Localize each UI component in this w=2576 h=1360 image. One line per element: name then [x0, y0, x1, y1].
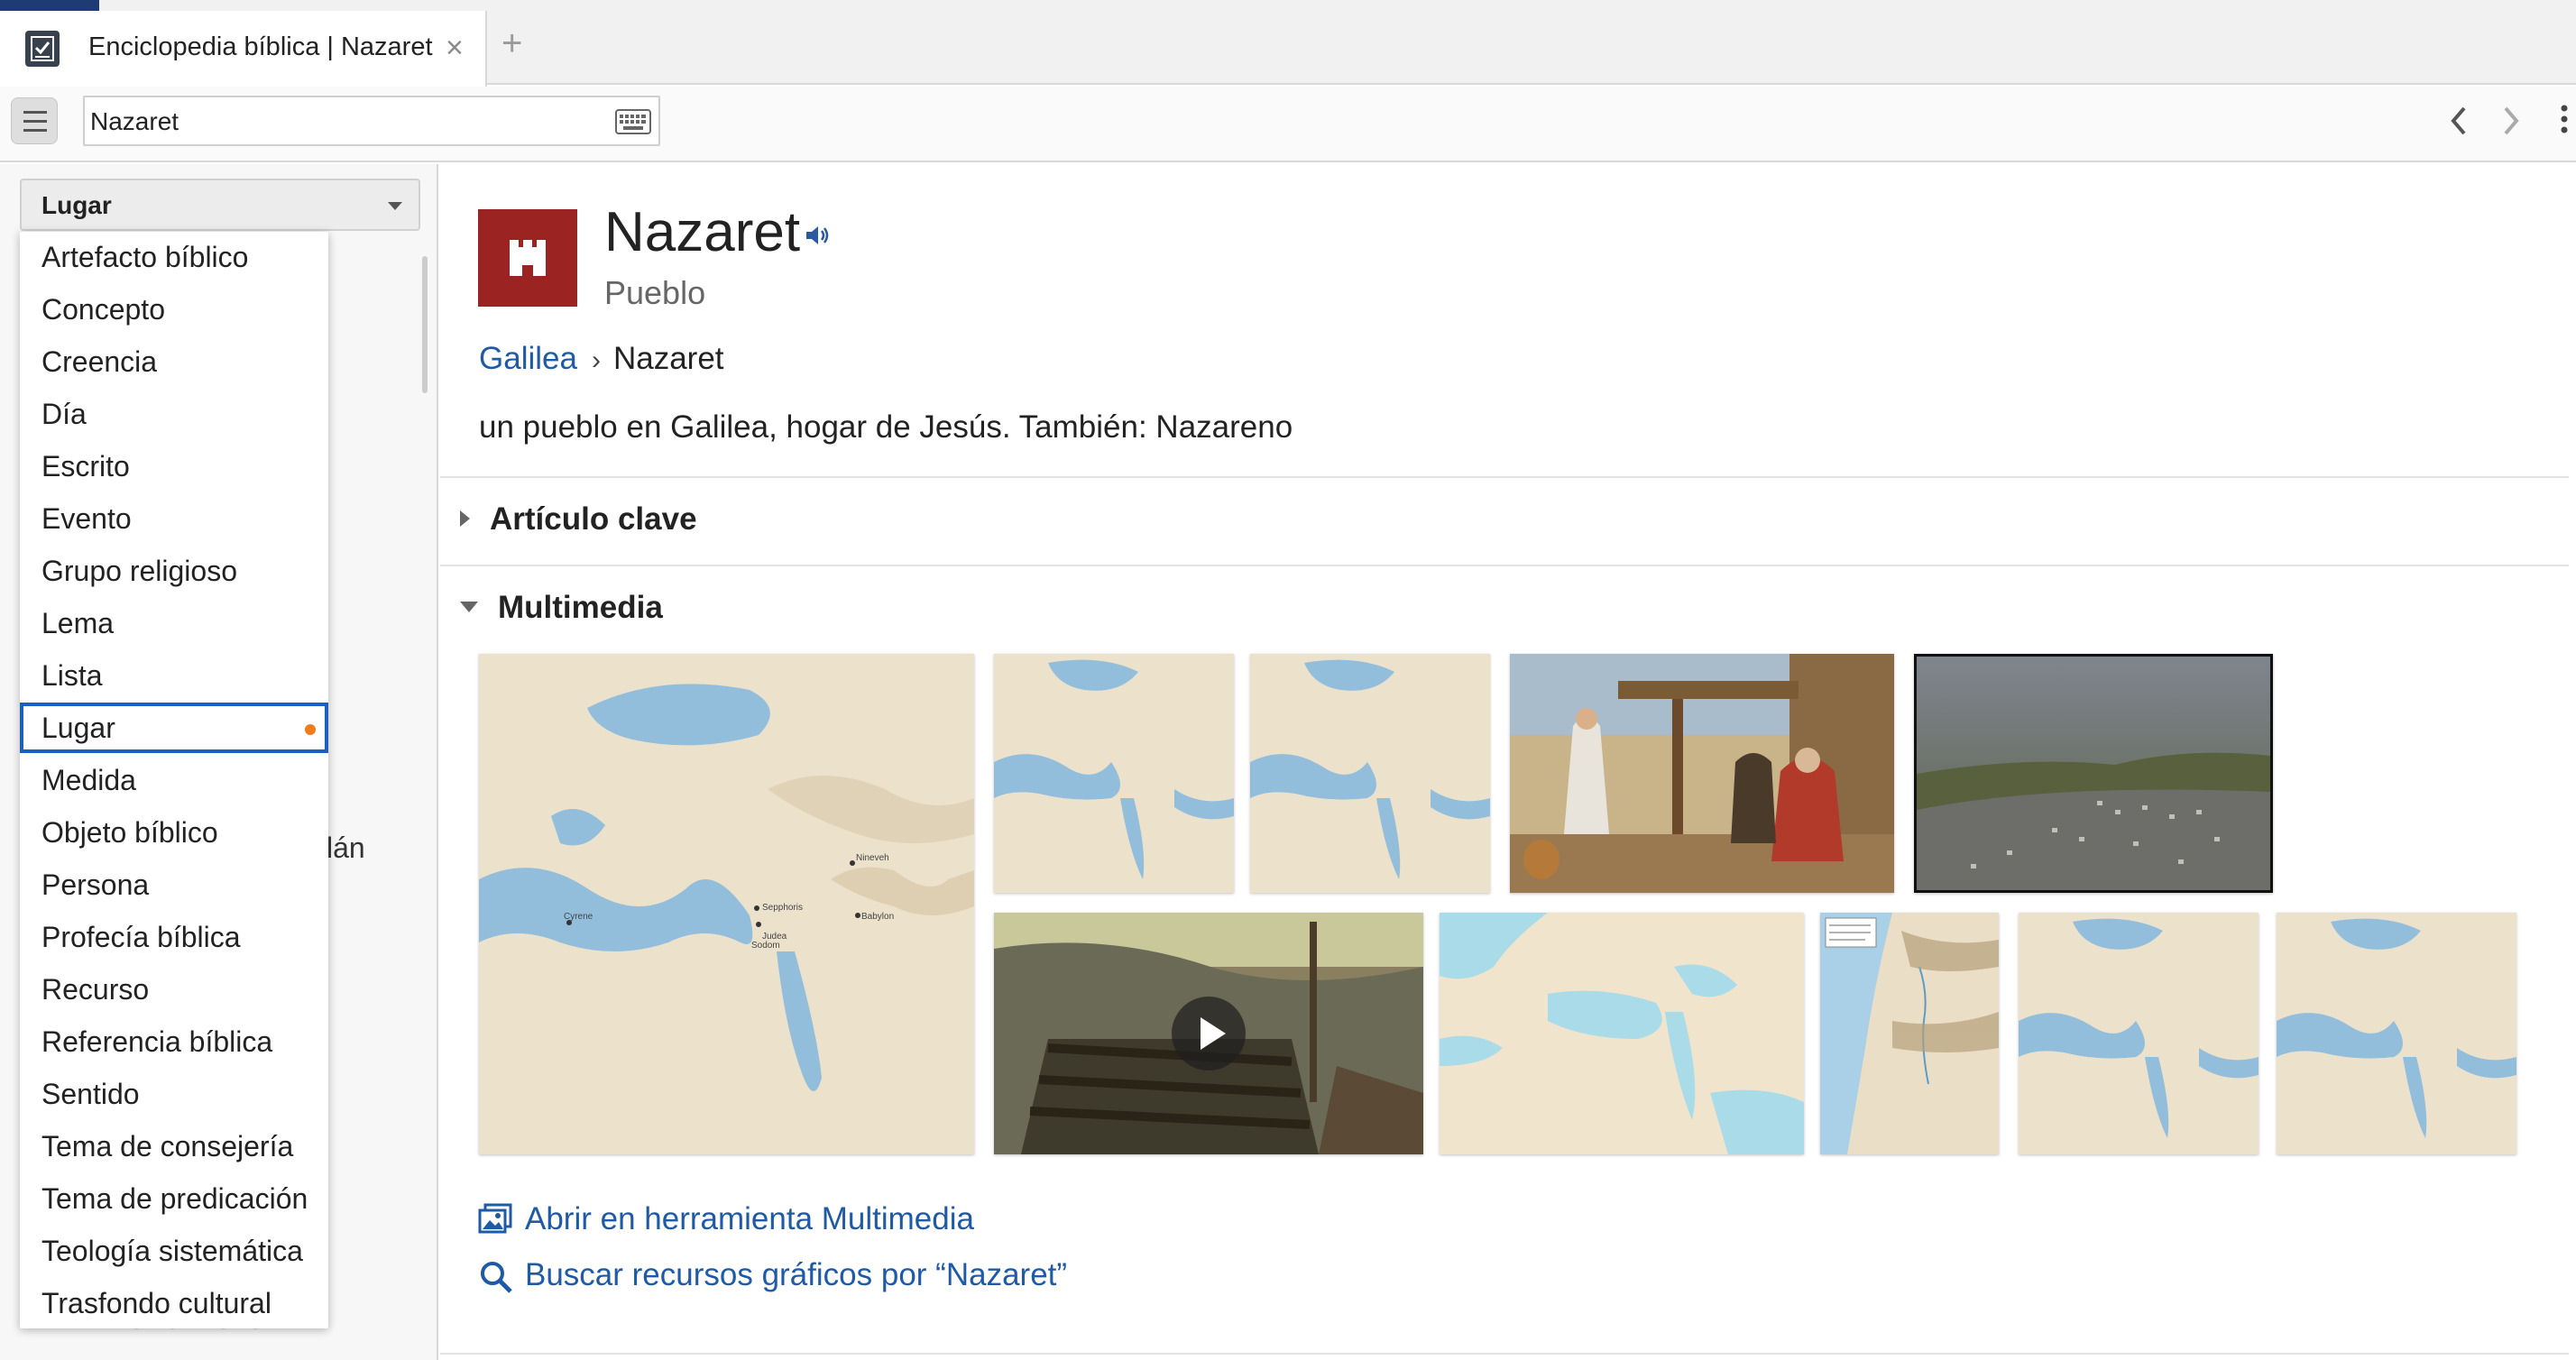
map-label: Nineveh: [856, 853, 889, 863]
dropdown-option[interactable]: Persona: [20, 859, 328, 910]
article-pane: Nazaret Pueblo Galilea › Nazaret un pueblo…: [440, 164, 2576, 1360]
expand-arrow-icon: [460, 510, 470, 527]
type-filter-select[interactable]: Lugar: [20, 179, 420, 231]
map-label: Sepphoris: [762, 903, 803, 913]
dropdown-option[interactable]: Artefacto bíblico: [20, 232, 328, 282]
image-gallery-icon: [478, 1203, 512, 1234]
current-indicator-dot: [305, 724, 316, 735]
dropdown-option[interactable]: Medida: [20, 755, 328, 805]
divider: [440, 476, 2569, 478]
section-multimedia[interactable]: Multimedia: [460, 590, 663, 626]
dropdown-option[interactable]: Evento: [20, 493, 328, 544]
media-thumbnail-map[interactable]: [1820, 913, 1999, 1154]
forward-arrow-icon[interactable]: [2497, 103, 2524, 139]
media-thumbnail-map[interactable]: [2277, 913, 2516, 1154]
breadcrumb: Galilea › Nazaret: [479, 341, 724, 377]
accent-bar: [0, 0, 99, 11]
more-options-icon[interactable]: [2558, 101, 2571, 137]
dropdown-option[interactable]: Creencia: [20, 336, 328, 387]
map-label: Sodom: [751, 941, 780, 951]
page-title: Nazaret: [604, 201, 801, 263]
dropdown-option[interactable]: Grupo religioso: [20, 546, 328, 596]
tab-encyclopedia[interactable]: Enciclopedia bíblica | Nazaret ×: [0, 11, 487, 87]
breadcrumb-current: Nazaret: [612, 341, 724, 376]
dropdown-option[interactable]: Referencia bíblica: [20, 1016, 328, 1067]
media-thumbnail-photo[interactable]: [1914, 654, 2273, 893]
media-thumbnail-painting[interactable]: [1510, 654, 1894, 893]
section-key-article[interactable]: Artículo clave: [460, 501, 697, 538]
chevron-down-icon: [388, 202, 402, 210]
dropdown-option[interactable]: Lugar: [20, 703, 328, 753]
collapse-arrow-icon: [460, 602, 478, 612]
breadcrumb-separator: ›: [591, 345, 601, 375]
checklist-icon: [25, 31, 60, 67]
tab-bar: Enciclopedia bíblica | Nazaret × +: [0, 0, 2576, 87]
dropdown-option[interactable]: Tema de predicación: [20, 1173, 328, 1224]
dropdown-option[interactable]: Escrito: [20, 441, 328, 492]
page-subtitle: Pueblo: [604, 274, 706, 311]
map-label: Babylon: [861, 912, 894, 922]
media-thumbnail-map[interactable]: [1440, 913, 1804, 1154]
divider: [440, 1353, 2569, 1355]
search-icon: [481, 1262, 512, 1293]
media-thumbnail-map[interactable]: [1250, 654, 1490, 893]
castle-icon: [478, 209, 577, 307]
hamburger-menu-button[interactable]: [11, 97, 58, 144]
divider: [440, 565, 2569, 566]
article-description: un pueblo en Galilea, hogar de Jesús. Ta…: [479, 409, 1293, 445]
scrollbar[interactable]: [422, 256, 428, 393]
speaker-icon[interactable]: [805, 224, 832, 247]
new-tab-button[interactable]: +: [501, 25, 522, 61]
media-thumbnail-video[interactable]: [994, 913, 1423, 1154]
media-thumbnail-map[interactable]: [2019, 913, 2259, 1154]
dropdown-option[interactable]: Sentido: [20, 1069, 328, 1119]
dropdown-option[interactable]: Día: [20, 389, 328, 439]
breadcrumb-link[interactable]: Galilea: [479, 341, 577, 376]
play-icon[interactable]: [1172, 997, 1246, 1071]
dropdown-option[interactable]: Recurso: [20, 964, 328, 1015]
keyboard-icon[interactable]: [615, 109, 651, 134]
dropdown-option[interactable]: Lista: [20, 650, 328, 701]
back-arrow-icon[interactable]: [2446, 103, 2473, 139]
dropdown-option[interactable]: Objeto bíblico: [20, 807, 328, 858]
search-field[interactable]: [83, 96, 660, 146]
type-filter-value: Lugar: [41, 191, 112, 219]
dropdown-option[interactable]: Lema: [20, 598, 328, 648]
address-bar: [0, 87, 2576, 162]
hidden-list-text: lán: [327, 832, 365, 864]
dropdown-option[interactable]: Tema de consejería: [20, 1121, 328, 1172]
type-dropdown-menu: Artefacto bíblico Concepto Creencia Día Escr…: [20, 232, 328, 1328]
dropdown-option[interactable]: Concepto: [20, 284, 328, 335]
map-label: Cyrene: [564, 912, 593, 922]
close-tab-icon[interactable]: ×: [446, 31, 464, 66]
tab-title: Enciclopedia bíblica | Nazaret: [88, 32, 433, 61]
dropdown-option[interactable]: Trasfondo cultural: [20, 1278, 328, 1328]
media-thumbnail-map[interactable]: Sepphoris Judea Nineveh Babylon Cyrene S…: [479, 654, 974, 1154]
media-thumbnail-map[interactable]: [994, 654, 1234, 893]
search-input[interactable]: [90, 107, 595, 136]
dropdown-option[interactable]: Teología sistemática: [20, 1226, 328, 1276]
dropdown-option[interactable]: Profecía bíblica: [20, 912, 328, 962]
